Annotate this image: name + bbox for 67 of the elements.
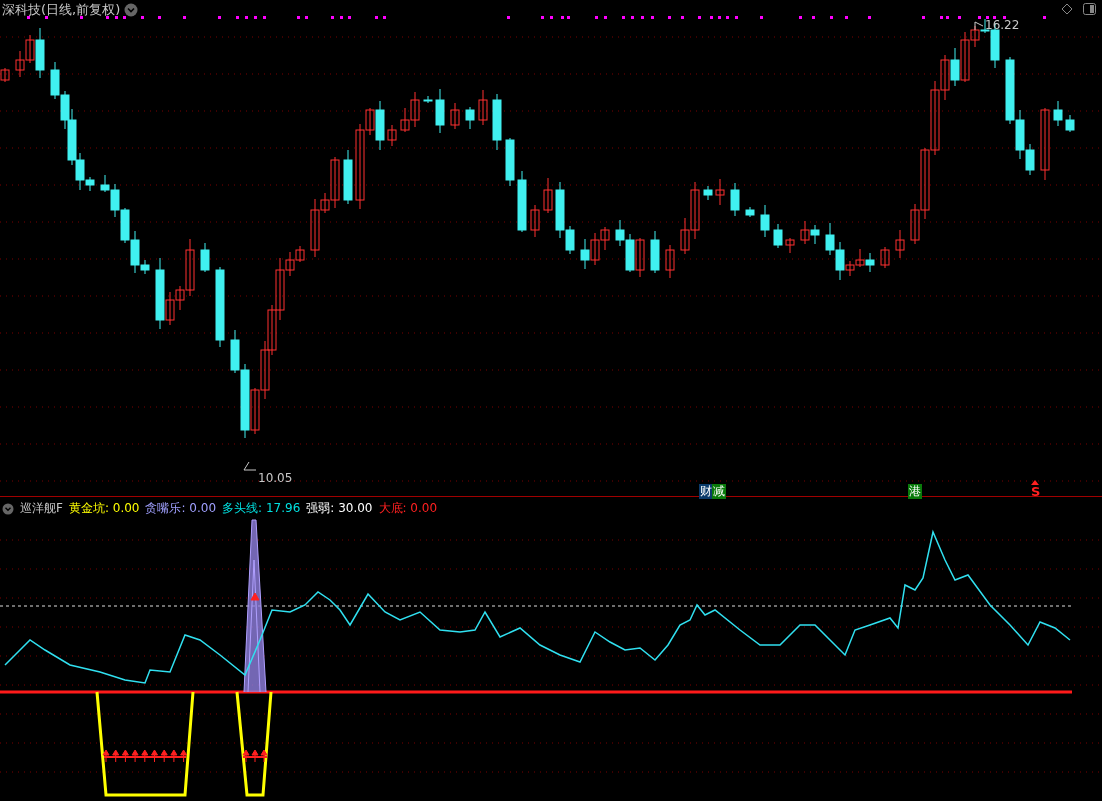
candlestick	[950, 47, 960, 87]
candlestick	[120, 207, 130, 244]
candlestick	[435, 88, 445, 134]
candlestick	[465, 106, 475, 130]
panel-toggle-icon[interactable]	[1083, 3, 1096, 15]
candlestick	[492, 93, 502, 151]
candlestick	[590, 232, 600, 266]
signal-badge: 财	[699, 484, 713, 499]
candlestick	[1065, 114, 1075, 133]
chart-title: 深科技(日线,前复权)	[2, 1, 121, 19]
candlestick	[543, 177, 553, 214]
up-arrow-icon	[1031, 480, 1039, 485]
candlestick	[387, 124, 397, 147]
indicator-value: 大底: 0.00	[378, 500, 438, 517]
candlestick	[825, 222, 835, 256]
indicator-value: 强弱: 30.00	[306, 500, 373, 517]
candlestick	[745, 206, 755, 218]
candlestick	[0, 67, 10, 83]
candlestick	[410, 91, 420, 128]
candlestick	[800, 220, 810, 245]
dropdown-icon[interactable]	[2, 502, 14, 515]
candlestick	[665, 244, 675, 279]
candlestick	[50, 61, 60, 100]
candlestick	[580, 238, 590, 270]
candlestick	[895, 229, 905, 259]
candlestick	[343, 149, 353, 205]
candlestick	[773, 223, 783, 249]
candlestick	[625, 233, 635, 273]
candlestick	[730, 182, 740, 217]
signal-badge: 减	[712, 484, 726, 499]
sell-signal-mark: S	[1031, 486, 1041, 497]
candlestick	[635, 237, 645, 278]
candlestick	[478, 89, 488, 126]
candlestick	[715, 178, 725, 206]
candlestick	[450, 102, 460, 130]
candlestick	[423, 95, 433, 104]
candlestick	[505, 137, 515, 187]
low-price-label: 10.05	[258, 471, 293, 485]
candlestick	[400, 107, 410, 133]
candlestick	[1005, 56, 1015, 125]
candlestick	[785, 237, 795, 254]
dropdown-icon[interactable]	[124, 3, 139, 17]
candlestick	[760, 204, 770, 238]
candlestick	[703, 185, 713, 201]
candlestick	[517, 170, 527, 233]
candlestick	[15, 50, 25, 78]
candlestick	[267, 304, 277, 356]
candlestick	[650, 230, 660, 274]
diamond-icon[interactable]	[1061, 3, 1073, 15]
candlestick	[880, 246, 890, 269]
indicator-name: 巡洋舰F	[20, 500, 63, 517]
indicator-value: 黄金坑: 0.00	[68, 500, 140, 517]
candlestick	[530, 204, 540, 238]
indicator-value: 多头线: 17.96	[222, 500, 301, 517]
candlestick	[260, 340, 270, 400]
indicator-value: 贪嘴乐: 0.00	[145, 500, 217, 517]
leader-line	[243, 461, 257, 471]
candlestick	[810, 224, 820, 245]
candlestick	[855, 248, 865, 268]
leader-line	[974, 21, 984, 31]
candlestick	[1053, 100, 1063, 127]
high-price-label: 16.22	[985, 18, 1020, 32]
signal-badge: 港	[908, 484, 922, 499]
candlestick	[200, 242, 210, 273]
candlestick	[600, 226, 610, 251]
candlestick	[615, 219, 625, 247]
candlestick	[865, 252, 875, 273]
